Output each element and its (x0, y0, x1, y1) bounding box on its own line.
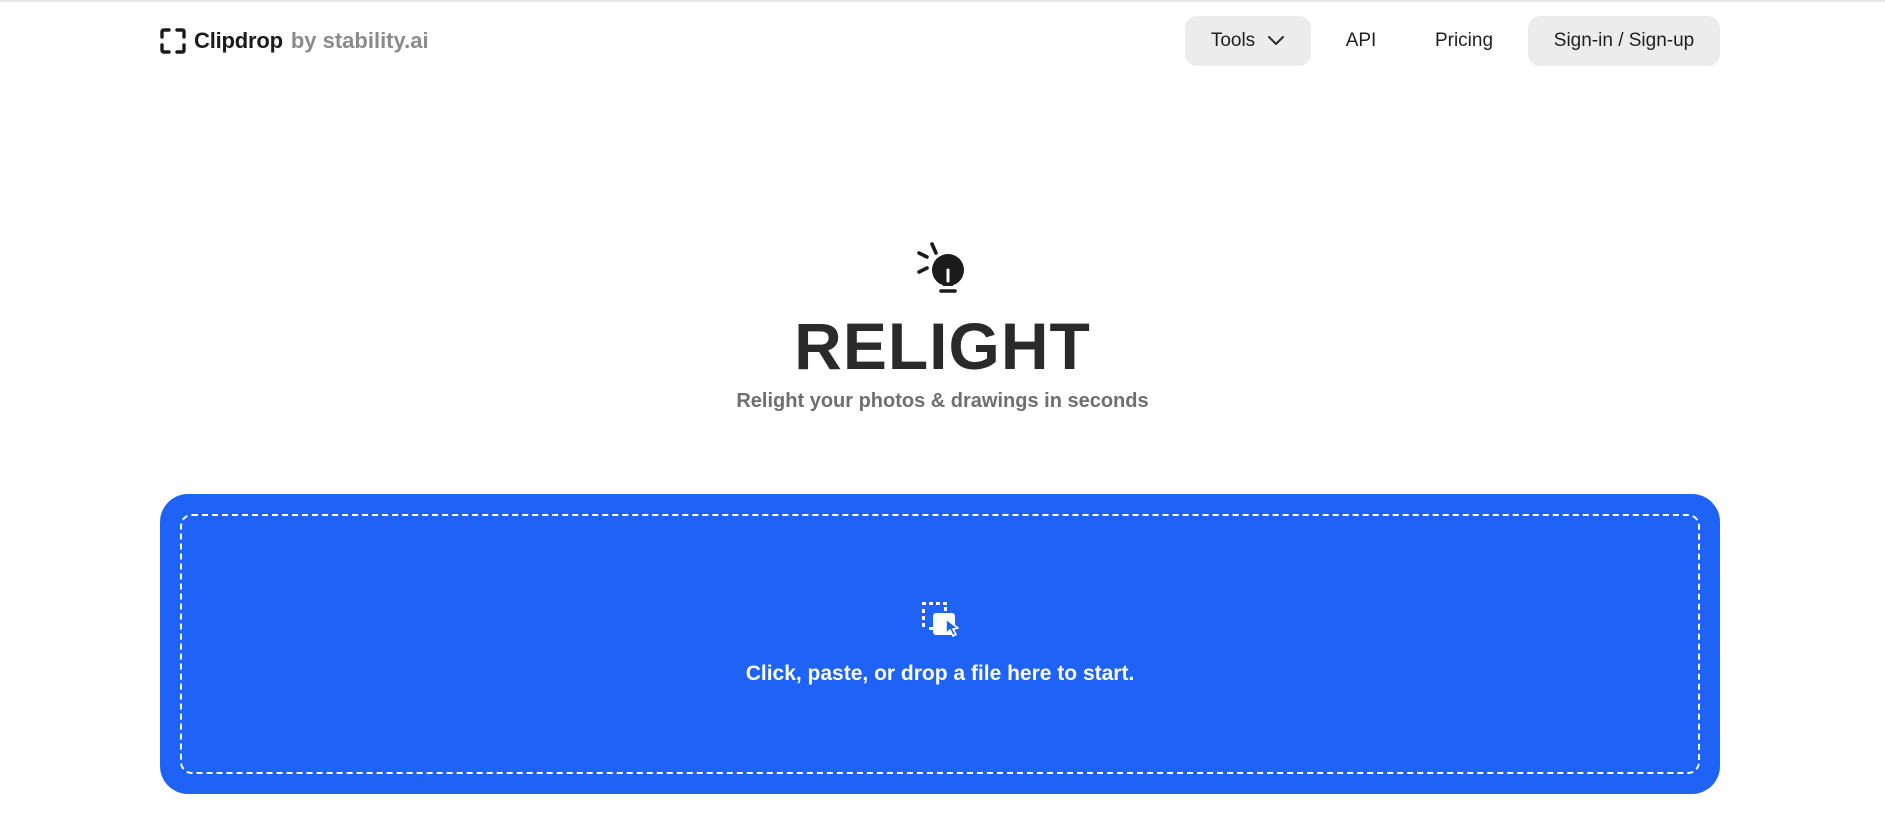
chevron-down-icon (1268, 36, 1285, 45)
page-title: RELIGHT (794, 309, 1091, 383)
lightbulb-icon (917, 242, 964, 293)
dropzone-instruction: Click, paste, or drop a file here to sta… (745, 662, 1135, 685)
page-subtitle: Relight your photos & drawings in second… (736, 390, 1149, 412)
tools-menu-button[interactable]: Tools (1185, 16, 1311, 66)
site-header: Clipdrop by stability.ai Tools API Prici… (0, 2, 1885, 80)
drop-file-icon (922, 602, 959, 637)
api-link[interactable]: API (1331, 16, 1391, 66)
top-nav: Tools API Pricing Sign-in / Sign-up (0, 16, 1885, 68)
tools-label: Tools (1210, 30, 1256, 51)
pricing-link[interactable]: Pricing (1420, 16, 1508, 66)
dropzone-dashed-border (180, 514, 1700, 774)
file-dropzone[interactable]: Click, paste, or drop a file here to sta… (160, 494, 1720, 794)
signin-signup-button[interactable]: Sign-in / Sign-up (1528, 16, 1720, 66)
